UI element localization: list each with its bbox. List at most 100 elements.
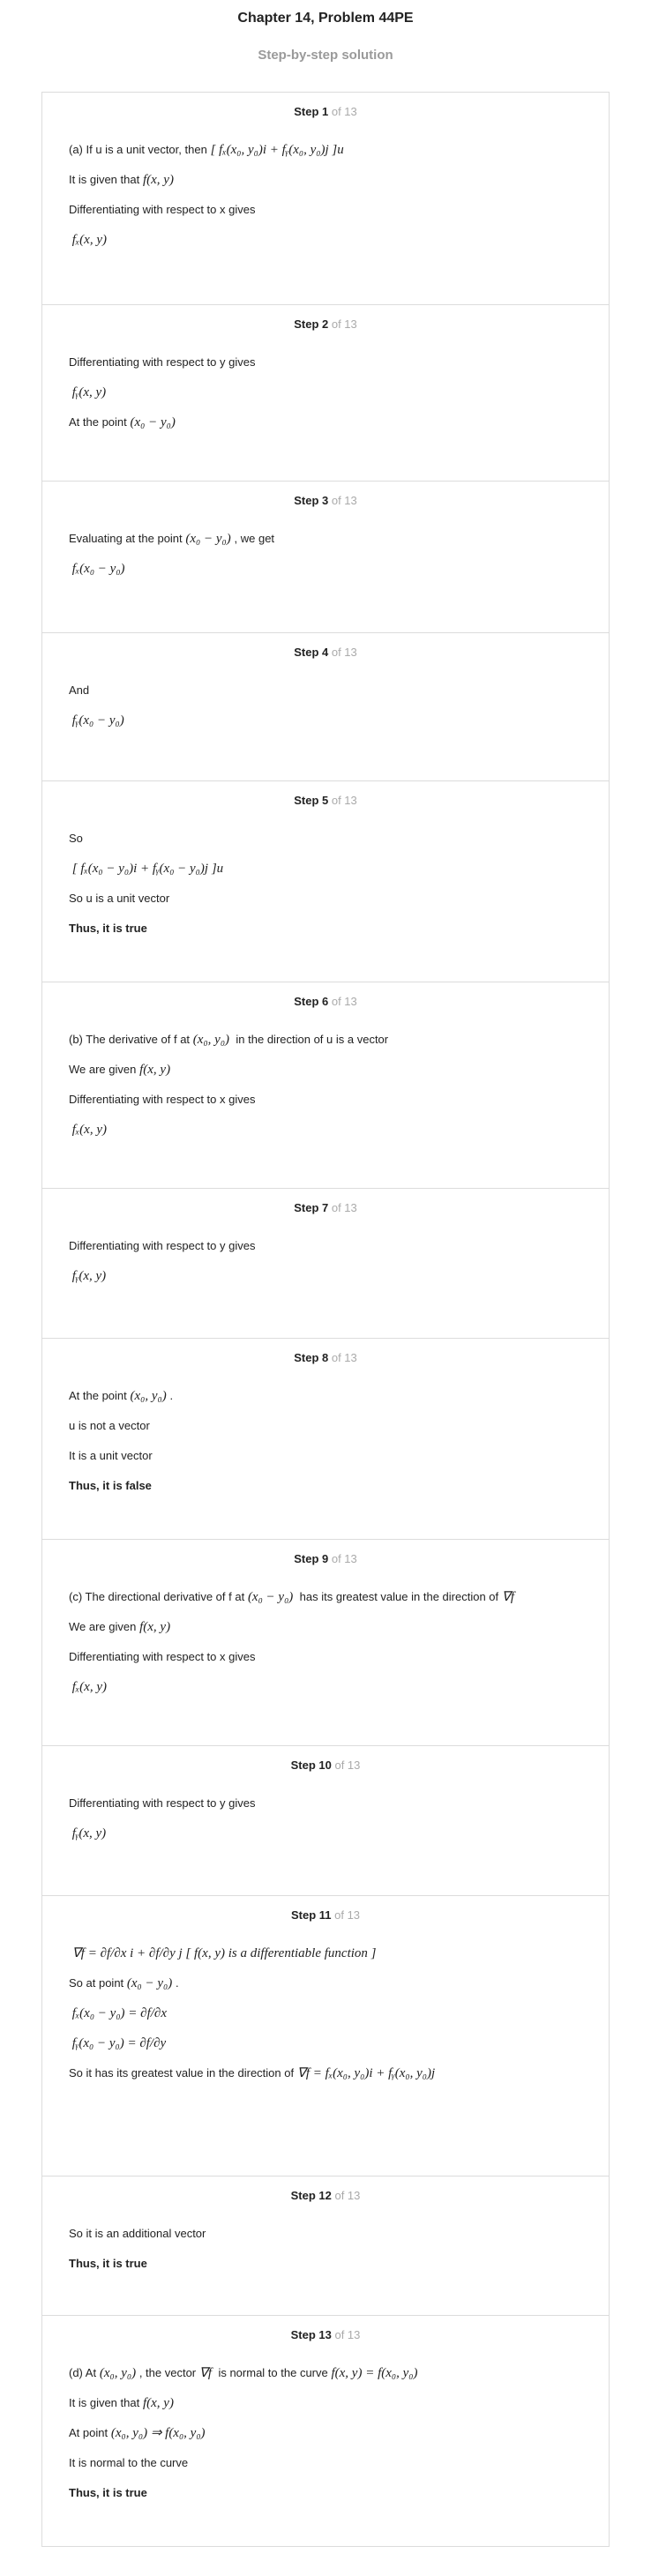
line-text: is normal to the curve bbox=[214, 2366, 328, 2379]
step-label: Step 3 bbox=[294, 494, 329, 507]
step-header: Step 7 of 13 bbox=[69, 1189, 582, 1221]
step-9: Step 9 of 13 (c) The directional derivati… bbox=[42, 1539, 609, 1745]
solution-line: At point (x₀, y₀) ⇒ f(x₀, y₀) bbox=[69, 2418, 582, 2448]
math-expression: fᵧ(x, y) bbox=[69, 1269, 109, 1283]
solution-line: Differentiating with respect to y gives bbox=[69, 347, 582, 377]
conclusion-text: Thus, it is false bbox=[69, 1471, 582, 1501]
math-expression: fᵧ(x, y) bbox=[69, 385, 109, 399]
line-text: has its greatest value in the direction … bbox=[296, 1590, 499, 1603]
line-text: And bbox=[69, 683, 90, 697]
step-label: Step 6 bbox=[294, 995, 329, 1008]
step-label: Step 1 bbox=[294, 105, 329, 118]
solution-line: u is not a vector bbox=[69, 1411, 582, 1441]
line-text: , the vector bbox=[138, 2366, 197, 2379]
math-expression: f(x, y) = f(x₀, y₀) bbox=[327, 2366, 422, 2380]
line-text: Thus, it is false bbox=[69, 1479, 152, 1492]
step-header: Step 1 of 13 bbox=[69, 93, 582, 124]
math-expression: fₓ(x, y) bbox=[69, 1123, 110, 1137]
step-label: Step 11 bbox=[290, 1908, 332, 1922]
step-label: Step 12 bbox=[290, 2189, 332, 2202]
solution-line: fᵧ(x₀ − y₀) = ∂f/∂y bbox=[69, 2028, 582, 2058]
line-text: We are given bbox=[69, 1063, 137, 1076]
line-text: . bbox=[169, 1389, 174, 1402]
math-expression: ∇f = fₓ(x₀, y₀)i + fᵧ(x₀, y₀)j bbox=[294, 2066, 438, 2080]
solution-line: At the point (x₀ − y₀) bbox=[69, 407, 582, 437]
step-count: of 13 bbox=[328, 646, 357, 659]
solution-line: (d) At (x₀, y₀) , the vector ∇f is norma… bbox=[69, 2358, 582, 2388]
solution-line: Differentiating with respect to x gives bbox=[69, 195, 582, 225]
step-12: Step 12 of 13 So it is an additional vect… bbox=[42, 2176, 609, 2315]
solution-line: (b) The derivative of f at (x₀, y₀) in t… bbox=[69, 1025, 582, 1055]
step-header: Step 2 of 13 bbox=[69, 305, 582, 337]
line-text: (a) If u is a unit vector, then bbox=[69, 143, 207, 156]
solution-line: So at point (x₀ − y₀) . bbox=[69, 1968, 582, 1998]
math-expression: (x₀, y₀) ⇒ f(x₀, y₀) bbox=[108, 2426, 209, 2440]
step-header: Step 4 of 13 bbox=[69, 633, 582, 665]
line-text: Differentiating with respect to y gives bbox=[69, 1239, 256, 1252]
line-text: So bbox=[69, 832, 83, 845]
line-text: Thus, it is true bbox=[69, 2257, 147, 2270]
step-10: Step 10 of 13 Differentiating with respec… bbox=[42, 1745, 609, 1895]
step-count: of 13 bbox=[328, 794, 357, 807]
step-label: Step 10 bbox=[290, 1758, 332, 1772]
step-label: Step 4 bbox=[294, 646, 329, 659]
line-text: It is given that bbox=[69, 173, 140, 186]
solution-line: ∇f = ∂f/∂x i + ∂f/∂y j [ f(x, y) is a di… bbox=[69, 1938, 582, 1968]
math-expression: (x₀, y₀) bbox=[126, 1389, 170, 1403]
solution-line: We are given f(x, y) bbox=[69, 1612, 582, 1642]
math-expression: (x₀ − y₀) bbox=[126, 415, 179, 429]
math-expression: (x₀, y₀) bbox=[190, 1033, 233, 1047]
step-13: Step 13 of 13 (d) At (x₀, y₀) , the vecto… bbox=[42, 2315, 609, 2546]
math-expression: fₓ(x₀ − y₀) bbox=[69, 562, 129, 576]
step-label: Step 5 bbox=[294, 794, 329, 807]
math-expression: (x₀, y₀) bbox=[96, 2366, 139, 2380]
step-header: Step 11 of 13 bbox=[69, 1896, 582, 1928]
solution-line: It is a unit vector bbox=[69, 1441, 582, 1471]
math-expression: [ fₓ(x₀ − y₀)i + fᵧ(x₀ − y₀)j ]u bbox=[69, 862, 227, 876]
math-expression: fₓ(x₀ − y₀) = ∂f/∂x bbox=[69, 2006, 170, 2020]
step-7: Step 7 of 13 Differentiating with respect… bbox=[42, 1188, 609, 1338]
line-text: So at point bbox=[69, 1976, 124, 1990]
step-header: Step 6 of 13 bbox=[69, 982, 582, 1014]
math-expression: (x₀ − y₀) bbox=[244, 1590, 297, 1604]
solution-line: fᵧ(x, y) bbox=[69, 377, 582, 407]
line-text: in the direction of u is a vector bbox=[232, 1033, 389, 1046]
math-expression: (x₀ − y₀) bbox=[182, 532, 235, 546]
line-text: Evaluating at the point bbox=[69, 532, 183, 545]
solution-line: It is normal to the curve bbox=[69, 2448, 582, 2478]
math-expression: fᵧ(x, y) bbox=[69, 1826, 109, 1841]
math-expression: fᵧ(x₀ − y₀) = ∂f/∂y bbox=[69, 2036, 169, 2050]
line-text: We are given bbox=[69, 1620, 137, 1633]
solution-line: fᵧ(x, y) bbox=[69, 1261, 582, 1291]
step-count: of 13 bbox=[331, 2189, 361, 2202]
line-text: It is given that bbox=[69, 2396, 140, 2409]
step-count: of 13 bbox=[328, 105, 357, 118]
math-expression: fᵧ(x₀ − y₀) bbox=[69, 713, 128, 728]
solution-line: So it has its greatest value in the dire… bbox=[69, 2058, 582, 2088]
solution-line: fₓ(x₀ − y₀) bbox=[69, 554, 582, 584]
line-text: At the point bbox=[69, 1389, 127, 1402]
solution-line: [ fₓ(x₀ − y₀)i + fᵧ(x₀ − y₀)j ]u bbox=[69, 854, 582, 884]
step-header: Step 9 of 13 bbox=[69, 1540, 582, 1572]
conclusion-text: Thus, it is true bbox=[69, 2249, 582, 2279]
step-label: Step 2 bbox=[294, 317, 329, 331]
line-text: So it has its greatest value in the dire… bbox=[69, 2066, 295, 2079]
step-header: Step 12 of 13 bbox=[69, 2177, 582, 2208]
line-text: It is normal to the curve bbox=[69, 2456, 189, 2469]
line-text: Differentiating with respect to x gives bbox=[69, 203, 256, 216]
solution-line: It is given that f(x, y) bbox=[69, 165, 582, 195]
solution-line: fₓ(x₀ − y₀) = ∂f/∂x bbox=[69, 1998, 582, 2028]
solution-line: (a) If u is a unit vector, then [ fₓ(x₀,… bbox=[69, 135, 582, 165]
solution-steps: Step 1 of 13 (a) If u is a unit vector, t… bbox=[41, 92, 610, 2547]
step-header: Step 5 of 13 bbox=[69, 781, 582, 813]
solution-line: fₓ(x, y) bbox=[69, 1115, 582, 1145]
step-count: of 13 bbox=[328, 317, 357, 331]
line-text: At point bbox=[69, 2426, 108, 2439]
line-text: , we get bbox=[234, 532, 275, 545]
step-8: Step 8 of 13 At the point (x₀, y₀) . u is … bbox=[42, 1338, 609, 1539]
solution-line: And bbox=[69, 676, 582, 706]
solution-line: Differentiating with respect to y gives bbox=[69, 1231, 582, 1261]
line-text: So u is a unit vector bbox=[69, 892, 170, 905]
solution-line: (c) The directional derivative of f at (… bbox=[69, 1582, 582, 1612]
line-text: (d) At bbox=[69, 2366, 97, 2379]
